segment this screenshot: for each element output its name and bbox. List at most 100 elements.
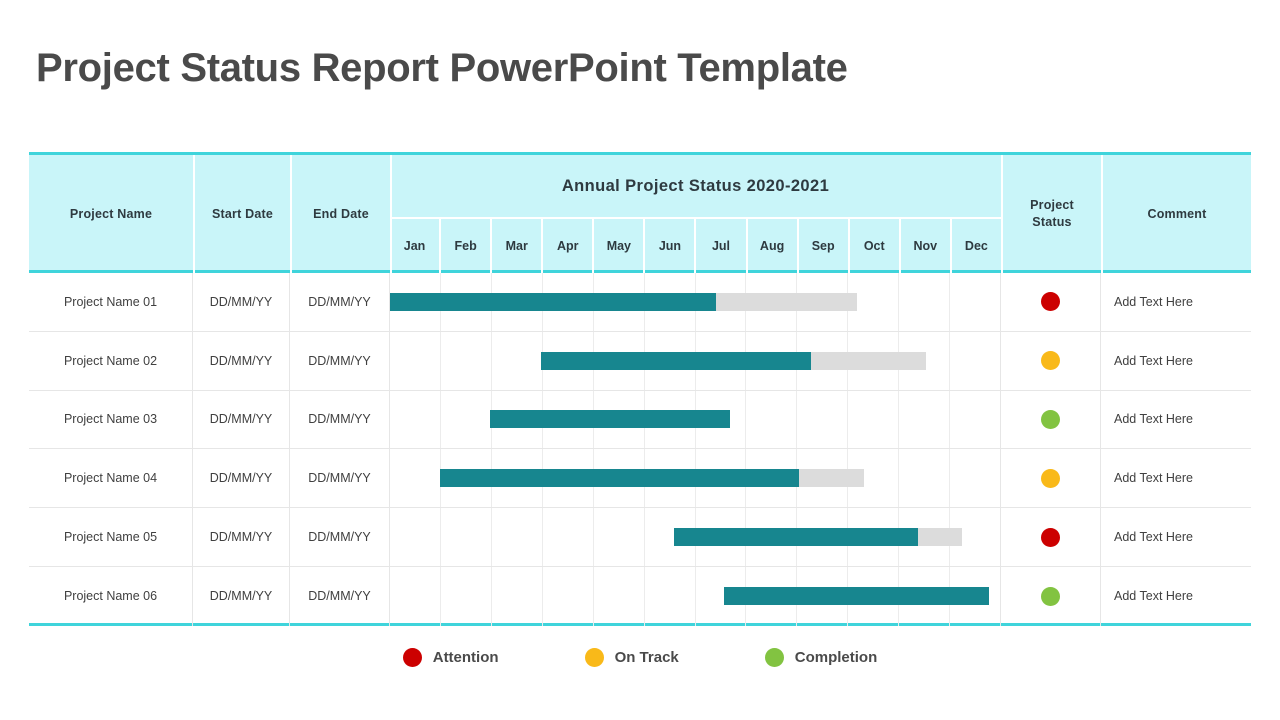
gantt-bar-remaining bbox=[716, 292, 857, 311]
cell-project-status bbox=[1001, 331, 1101, 390]
legend-item: Attention bbox=[402, 648, 499, 667]
cell-project-name: Project Name 01 bbox=[29, 273, 193, 331]
gantt-month-cell bbox=[441, 331, 492, 390]
table-row: Project Name 03 DD/MM/YY DD/MM/YY Add Text … bbox=[29, 390, 1251, 450]
gantt-bar-progress bbox=[723, 587, 989, 606]
gantt-month-cell bbox=[899, 390, 951, 449]
table-row: Project Name 01 DD/MM/YY DD/MM/YY Add Text … bbox=[29, 273, 1251, 332]
cell-project-status bbox=[1001, 449, 1101, 508]
gantt-month-cell bbox=[441, 390, 492, 449]
header-start-date: Start Date bbox=[211, 207, 274, 221]
gantt-bar[interactable] bbox=[440, 469, 864, 488]
legend-status-dot bbox=[584, 648, 604, 667]
header-project-status-line1: Project bbox=[1030, 198, 1074, 213]
gantt-bar-progress bbox=[490, 410, 730, 429]
cell-end-date: DD/MM/YY bbox=[290, 566, 390, 626]
cell-project-name: Project Name 02 bbox=[29, 331, 193, 390]
gantt-bar[interactable] bbox=[723, 587, 989, 606]
header-month-jan: Jan bbox=[390, 219, 442, 273]
page-title: Project Status Report PowerPoint Templat… bbox=[36, 46, 848, 90]
cell-comment[interactable]: Add Text Here bbox=[1101, 567, 1251, 626]
cell-end-date: DD/MM/YY bbox=[290, 390, 390, 449]
cell-start-date: DD/MM/YY bbox=[193, 508, 290, 566]
gantt-bar-progress bbox=[440, 469, 799, 488]
legend-status-dot bbox=[402, 648, 422, 667]
header-month-mar: Mar bbox=[492, 219, 544, 273]
gantt-month-cell bbox=[390, 508, 441, 566]
header-month-oct: Oct bbox=[850, 219, 901, 273]
cell-project-status bbox=[1001, 566, 1101, 626]
cell-comment[interactable]: Add Text Here bbox=[1101, 508, 1251, 566]
cell-comment[interactable]: Add Text Here bbox=[1101, 332, 1251, 390]
cell-project-status bbox=[1001, 508, 1101, 566]
project-status-table: Project Name Start Date End Date Annual … bbox=[29, 152, 1251, 626]
cell-end-date: DD/MM/YY bbox=[290, 273, 390, 331]
legend-label: Completion bbox=[794, 649, 878, 666]
gantt-lane bbox=[390, 566, 1001, 626]
gantt-month-cell bbox=[594, 508, 645, 566]
gantt-bar[interactable] bbox=[540, 351, 927, 370]
slide-canvas: Project Status Report PowerPoint Templat… bbox=[0, 0, 1280, 720]
header-month-apr: Apr bbox=[543, 219, 595, 273]
header-month-feb: Feb bbox=[441, 219, 493, 273]
gantt-bar[interactable] bbox=[390, 292, 857, 311]
cell-end-date: DD/MM/YY bbox=[290, 508, 390, 566]
header-month-nov: Nov bbox=[901, 219, 952, 273]
table-row: Project Name 06 DD/MM/YY DD/MM/YY Add Text … bbox=[29, 566, 1251, 626]
gantt-bar-remaining bbox=[798, 469, 864, 488]
gantt-lane bbox=[390, 508, 1001, 566]
table-header-row: Project Name Start Date End Date Annual … bbox=[29, 155, 1251, 273]
header-month-aug: Aug bbox=[748, 219, 799, 273]
cell-start-date: DD/MM/YY bbox=[193, 566, 290, 626]
gantt-lane bbox=[390, 273, 1001, 331]
gantt-month-cell bbox=[797, 390, 849, 449]
gantt-bar-progress bbox=[390, 292, 717, 311]
cell-start-date: DD/MM/YY bbox=[193, 273, 290, 331]
gantt-bar-progress bbox=[673, 528, 919, 547]
legend-status-dot bbox=[764, 648, 784, 667]
cell-comment[interactable]: Add Text Here bbox=[1101, 273, 1251, 331]
cell-comment[interactable]: Add Text Here bbox=[1101, 449, 1251, 507]
gantt-month-cell bbox=[441, 566, 492, 626]
cell-start-date: DD/MM/YY bbox=[193, 331, 290, 390]
status-badge bbox=[1041, 586, 1060, 606]
gantt-month-cell bbox=[594, 566, 645, 626]
gantt-month-cell bbox=[899, 449, 951, 508]
header-project-status: Project Status bbox=[1003, 155, 1101, 273]
header-month-may: May bbox=[594, 219, 646, 273]
table-row: Project Name 05 DD/MM/YY DD/MM/YY Add Text … bbox=[29, 508, 1251, 567]
cell-comment[interactable]: Add Text Here bbox=[1101, 391, 1251, 449]
gantt-bar-remaining bbox=[810, 351, 927, 370]
gantt-month-cell bbox=[950, 449, 1000, 507]
cell-project-status bbox=[1001, 390, 1101, 449]
header-comment: Comment bbox=[1147, 207, 1207, 221]
gantt-bar[interactable] bbox=[490, 410, 730, 429]
gantt-month-cell bbox=[543, 566, 594, 626]
status-badge bbox=[1041, 468, 1060, 488]
header-month-sep: Sep bbox=[799, 219, 850, 273]
gantt-lane bbox=[390, 331, 1001, 390]
header-project-name: Project Name bbox=[69, 207, 153, 221]
status-legend: Attention On Track Completion bbox=[0, 648, 1280, 667]
gantt-month-cell bbox=[950, 332, 1000, 390]
status-badge bbox=[1041, 351, 1060, 371]
status-badge bbox=[1041, 527, 1060, 547]
gantt-month-cell bbox=[645, 566, 696, 626]
gantt-lane bbox=[390, 449, 1001, 508]
header-end-date: End Date bbox=[313, 207, 369, 221]
legend-label: On Track bbox=[614, 649, 679, 666]
header-month-dec: Dec bbox=[964, 239, 988, 253]
gantt-bar[interactable] bbox=[673, 528, 963, 547]
gantt-bar-remaining bbox=[918, 528, 963, 547]
gantt-month-cell bbox=[492, 566, 543, 626]
gantt-month-cell bbox=[492, 331, 543, 390]
header-month-jun: Jun bbox=[645, 219, 697, 273]
gantt-month-cell bbox=[899, 273, 951, 331]
gantt-month-cell bbox=[543, 508, 594, 566]
gantt-month-cell bbox=[390, 449, 441, 508]
cell-end-date: DD/MM/YY bbox=[290, 449, 390, 508]
gantt-month-cell bbox=[848, 390, 900, 449]
cell-project-name: Project Name 05 bbox=[29, 508, 193, 566]
gantt-month-cell bbox=[950, 391, 1000, 449]
gantt-month-cell bbox=[390, 566, 441, 626]
